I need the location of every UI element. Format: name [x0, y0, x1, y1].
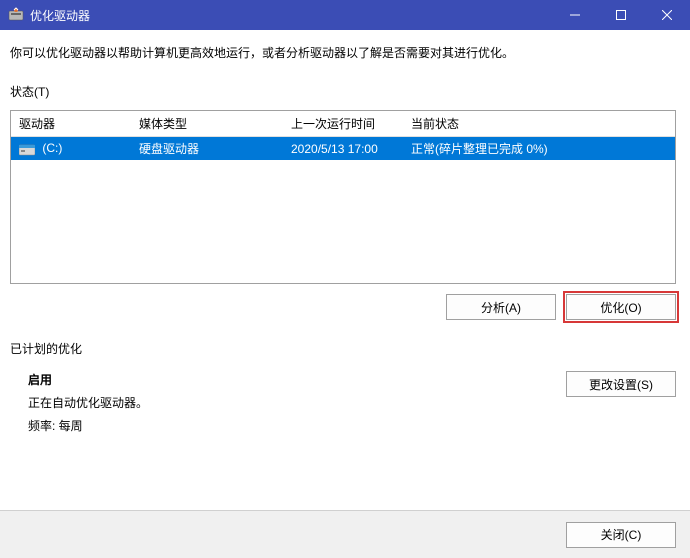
table-header-row: 驱动器 媒体类型 上一次运行时间 当前状态 [11, 111, 675, 137]
header-status[interactable]: 当前状态 [403, 111, 675, 137]
scheduled-info: 启用 正在自动优化驱动器。 频率: 每周 [10, 371, 148, 434]
header-drive[interactable]: 驱动器 [11, 111, 131, 137]
close-button[interactable] [644, 0, 690, 30]
drive-name: (C:) [42, 141, 62, 155]
header-lastrun[interactable]: 上一次运行时间 [283, 111, 403, 137]
drive-icon [19, 142, 35, 156]
table-row[interactable]: (C:) 硬盘驱动器 2020/5/13 17:00 正常(碎片整理已完成 0%… [11, 137, 675, 161]
scheduled-section: 已计划的优化 启用 正在自动优化驱动器。 频率: 每周 更改设置(S) [10, 340, 676, 434]
cell-media: 硬盘驱动器 [131, 137, 283, 161]
description-text: 你可以优化驱动器以帮助计算机更高效地运行，或者分析驱动器以了解是否需要对其进行优… [10, 44, 676, 61]
drive-list[interactable]: 驱动器 媒体类型 上一次运行时间 当前状态 [10, 110, 676, 284]
cell-lastrun: 2020/5/13 17:00 [283, 137, 403, 161]
cell-status: 正常(碎片整理已完成 0%) [403, 137, 675, 161]
bottom-bar: 关闭(C) [0, 510, 690, 558]
drive-table: 驱动器 媒体类型 上一次运行时间 当前状态 [11, 111, 675, 160]
optimize-button[interactable]: 优化(O) [566, 294, 676, 320]
scheduled-title: 已计划的优化 [10, 340, 676, 357]
content-area: 你可以优化驱动器以帮助计算机更高效地运行，或者分析驱动器以了解是否需要对其进行优… [0, 30, 690, 434]
app-icon [8, 7, 24, 23]
minimize-button[interactable] [552, 0, 598, 30]
maximize-button[interactable] [598, 0, 644, 30]
window-title: 优化驱动器 [30, 7, 552, 24]
scheduled-status: 启用 [28, 371, 148, 388]
window-controls [552, 0, 690, 30]
analyze-button[interactable]: 分析(A) [446, 294, 556, 320]
scheduled-body: 启用 正在自动优化驱动器。 频率: 每周 更改设置(S) [10, 371, 676, 434]
cell-drive: (C:) [11, 137, 131, 161]
action-button-row: 分析(A) 优化(O) [10, 294, 676, 320]
change-settings-button[interactable]: 更改设置(S) [566, 371, 676, 397]
titlebar: 优化驱动器 [0, 0, 690, 30]
scheduled-frequency: 频率: 每周 [28, 417, 148, 434]
status-label: 状态(T) [10, 83, 676, 100]
header-media[interactable]: 媒体类型 [131, 111, 283, 137]
scheduled-description: 正在自动优化驱动器。 [28, 394, 148, 411]
close-dialog-button[interactable]: 关闭(C) [566, 522, 676, 548]
